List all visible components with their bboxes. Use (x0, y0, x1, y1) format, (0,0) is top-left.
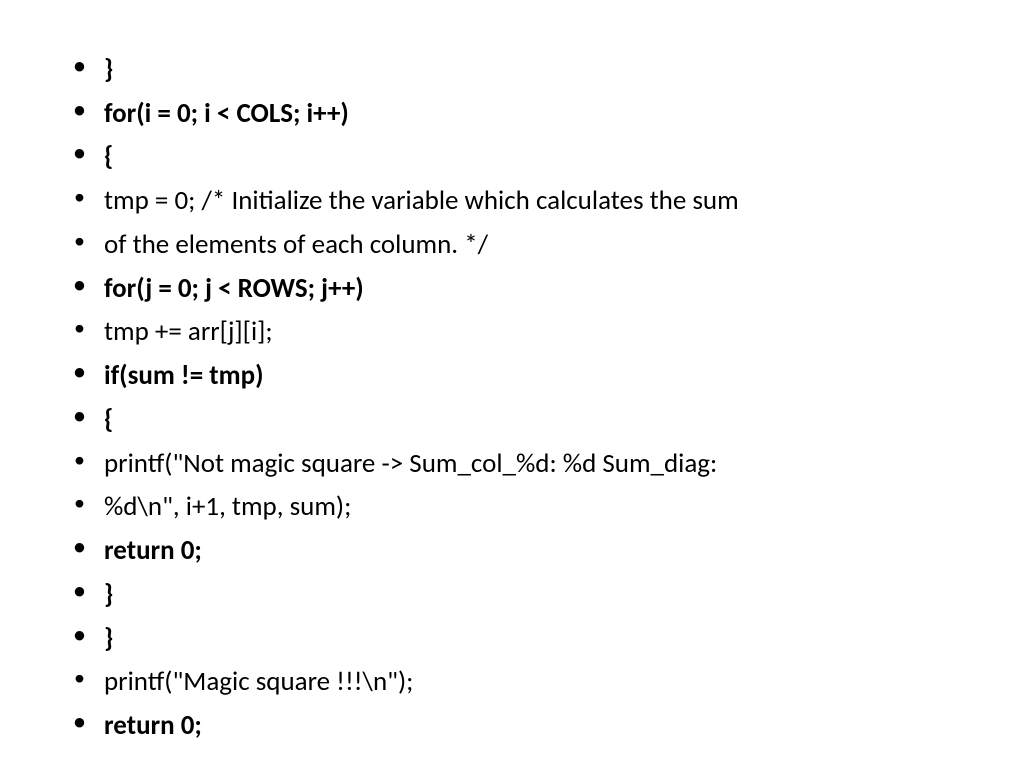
code-text: printf("Magic square !!!\n"); (104, 665, 413, 698)
code-line: return 0; (60, 529, 964, 573)
code-line: } (60, 48, 964, 92)
code-text: } (104, 53, 113, 86)
code-text: for(j = 0; j < ROWS; j++) (104, 272, 364, 305)
code-text: %d\n", i+1, tmp, sum); (104, 490, 351, 523)
code-line: for(i = 0; i < COLS; i++) (60, 92, 964, 136)
code-text: of the elements of each column. */ (104, 228, 488, 261)
code-text: printf("Not magic square -> Sum_col_%d: … (104, 447, 717, 480)
code-text: } (104, 622, 113, 655)
code-line: tmp = 0; /* Initialize the variable whic… (60, 179, 964, 223)
code-line: of the elements of each column. */ (60, 223, 964, 267)
code-text: { (104, 403, 113, 436)
code-line: printf("Not magic square -> Sum_col_%d: … (60, 442, 964, 486)
code-line: if(sum != tmp) (60, 354, 964, 398)
code-line: return 0; (60, 704, 964, 748)
code-text: return 0; (104, 709, 202, 742)
code-text: } (104, 578, 113, 611)
code-line: for(j = 0; j < ROWS; j++) (60, 267, 964, 311)
code-text: tmp += arr[j][i]; (104, 315, 273, 348)
code-text: { (104, 140, 113, 173)
code-line: %d\n", i+1, tmp, sum); (60, 485, 964, 529)
code-text: tmp = 0; /* Initialize the variable whic… (104, 184, 739, 217)
code-list: } for(i = 0; i < COLS; i++) { tmp = 0; /… (60, 48, 964, 748)
code-line: } (60, 573, 964, 617)
code-line: printf("Magic square !!!\n"); (60, 660, 964, 704)
code-line: { (60, 135, 964, 179)
code-line: { (60, 398, 964, 442)
code-text: for(i = 0; i < COLS; i++) (104, 97, 349, 130)
code-text: return 0; (104, 534, 202, 567)
code-text: if(sum != tmp) (104, 359, 263, 392)
code-line: tmp += arr[j][i]; (60, 310, 964, 354)
code-line: } (60, 617, 964, 661)
